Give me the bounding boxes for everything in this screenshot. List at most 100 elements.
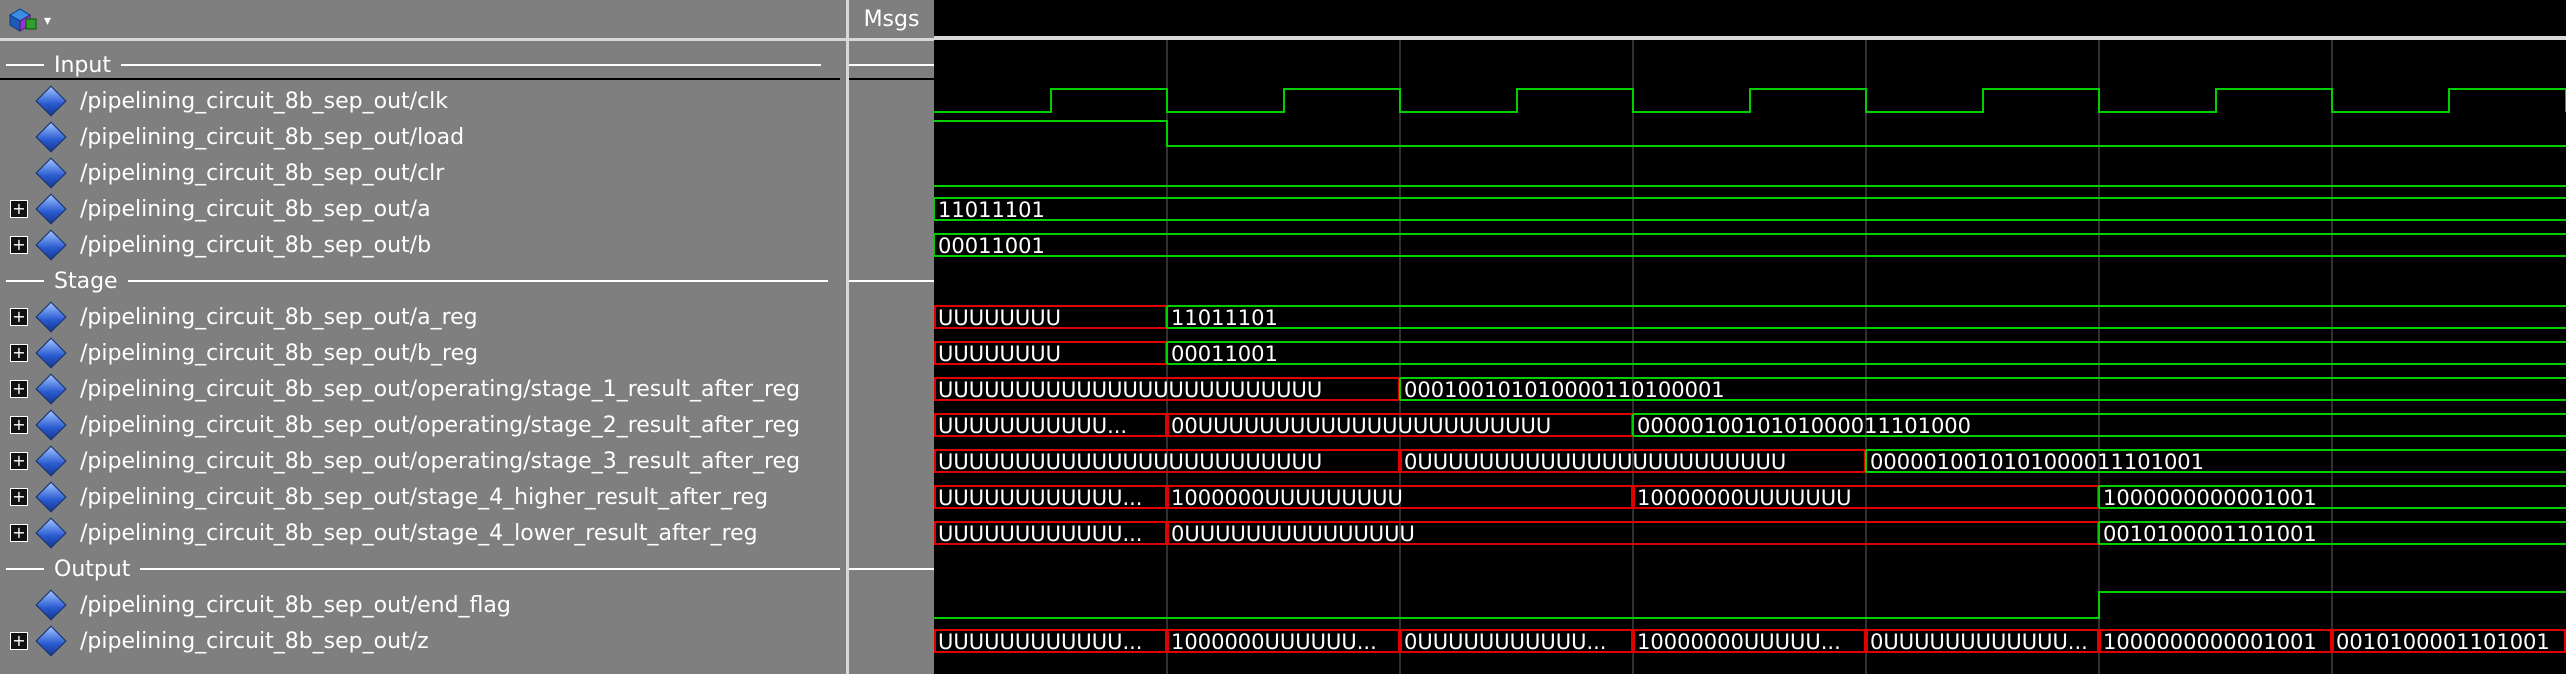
bus-value-label: 10000000UUUUU... xyxy=(1637,630,1841,654)
signal-name: /pipelining_circuit_8b_sep_out/operating… xyxy=(80,412,801,438)
expand-plus-icon[interactable]: + xyxy=(10,632,28,650)
bus-value-label: 0UUUUUUUUUUUUUUUUUUUUUUUU xyxy=(1404,450,1786,474)
signal-name: /pipelining_circuit_8b_sep_out/clk xyxy=(80,88,449,114)
bus-value-label: 0010100001101001 xyxy=(2336,630,2550,654)
group-divider xyxy=(127,280,828,282)
signal-diamond-icon xyxy=(35,517,67,549)
msgs-group-divider xyxy=(849,64,934,66)
wave-objects-icon[interactable] xyxy=(6,5,40,33)
group-divider xyxy=(140,568,841,570)
expand-plus-icon[interactable]: + xyxy=(10,452,28,470)
bus-value-label: 0000010010101000011101001 xyxy=(1870,450,2204,474)
signal-diamond-icon xyxy=(35,409,67,441)
signal-row-a-reg[interactable]: + /pipelining_circuit_8b_sep_out/a_reg xyxy=(0,299,846,335)
bus-value-label: 1000000000001001 xyxy=(2103,630,2317,654)
signal-diamond-icon xyxy=(35,373,67,405)
expand-plus-icon[interactable]: + xyxy=(10,488,28,506)
signal-diamond-icon xyxy=(35,157,67,189)
signal-name: /pipelining_circuit_8b_sep_out/operating… xyxy=(80,448,801,474)
signal-name: /pipelining_circuit_8b_sep_out/load xyxy=(80,124,465,150)
group-output[interactable]: Output xyxy=(0,551,846,587)
bus-value-label: UUUUUUUUUUUU... xyxy=(938,522,1142,546)
group-label: Output xyxy=(54,556,131,582)
bus-value-label: UUUUUUUUUUUUUUUUUUUUUUUUU xyxy=(938,378,1322,402)
expand-plus-icon[interactable]: + xyxy=(10,308,28,326)
cursor-line xyxy=(0,78,840,80)
signal-row-stage4-higher[interactable]: + /pipelining_circuit_8b_sep_out/stage_4… xyxy=(0,479,846,515)
signal-name: /pipelining_circuit_8b_sep_out/end_flag xyxy=(80,592,511,618)
group-stage[interactable]: Stage xyxy=(0,263,846,299)
signal-row-b-reg[interactable]: + /pipelining_circuit_8b_sep_out/b_reg xyxy=(0,335,846,371)
signal-name: /pipelining_circuit_8b_sep_out/b xyxy=(80,232,432,258)
waveform-canvas[interactable]: 11011101 00011001 UUUUUUUU 11011101 UUUUUUUU… xyxy=(934,0,2566,674)
bus-value-label: 0010100001101001 xyxy=(2103,522,2317,546)
bus-value-label: UUUUUUUUUUUU... xyxy=(938,486,1142,510)
bus-value-label: 00011001 xyxy=(1171,342,1278,366)
signal-row-stage1[interactable]: + /pipelining_circuit_8b_sep_out/operati… xyxy=(0,371,846,407)
signal-row-stage4-lower[interactable]: + /pipelining_circuit_8b_sep_out/stage_4… xyxy=(0,515,846,551)
clk-waveform xyxy=(934,88,2566,113)
group-divider xyxy=(6,64,44,66)
signal-row-end-flag[interactable]: /pipelining_circuit_8b_sep_out/end_flag xyxy=(0,587,846,623)
bus-value-label: 0UUUUUUUUUUU... xyxy=(1404,630,1606,654)
signal-diamond-icon xyxy=(35,445,67,477)
waveform-pane[interactable]: 11011101 00011001 UUUUUUUU 11011101 UUUUUUUU… xyxy=(934,0,2566,674)
group-divider xyxy=(6,568,44,570)
signal-name: /pipelining_circuit_8b_sep_out/z xyxy=(80,628,429,654)
bus-value-label: 00011001 xyxy=(938,234,1045,258)
bus-value-label: 00UUUUUUUUUUUUUUUUUUUUUUU xyxy=(1171,414,1551,438)
signal-row-z[interactable]: + /pipelining_circuit_8b_sep_out/z xyxy=(0,623,846,659)
signal-diamond-icon xyxy=(35,121,67,153)
signal-name: /pipelining_circuit_8b_sep_out/a xyxy=(80,196,431,222)
signal-diamond-icon xyxy=(35,337,67,369)
signal-name: /pipelining_circuit_8b_sep_out/clr xyxy=(80,160,445,186)
signal-row-a[interactable]: + /pipelining_circuit_8b_sep_out/a xyxy=(0,191,846,227)
bus-value-label: 1000000000001001 xyxy=(2103,486,2317,510)
expand-plus-icon[interactable]: + xyxy=(10,524,28,542)
bus-value-label: UUUUUUUUUUUUUUUUUUUUUUUUU xyxy=(938,450,1322,474)
bus-value-label: 0UUUUUUUUUUUU... xyxy=(1870,630,2088,654)
bus-value-label: UUUUUUUU xyxy=(938,306,1061,330)
bus-value-label: 11011101 xyxy=(1171,306,1278,330)
bus-value-label: 10000000UUUUUUU xyxy=(1637,486,1851,510)
end-flag-waveform xyxy=(934,591,2566,619)
msgs-column-header: Msgs xyxy=(863,6,920,32)
signal-diamond-icon xyxy=(35,589,67,621)
cursor-line xyxy=(849,78,934,80)
signal-name: /pipelining_circuit_8b_sep_out/operating… xyxy=(80,376,801,402)
expand-plus-icon[interactable]: + xyxy=(10,200,28,218)
signal-diamond-icon xyxy=(35,481,67,513)
signal-name: /pipelining_circuit_8b_sep_out/a_reg xyxy=(80,304,478,330)
signal-name-pane: ▾ Msgs Input /pipelining_circuit_8b_sep_… xyxy=(0,0,934,674)
signal-diamond-icon xyxy=(35,301,67,333)
bus-value-label: UUUUUUUU xyxy=(938,342,1061,366)
bus-value-label: 1000000UUUUUUUUU xyxy=(1171,486,1403,510)
chevron-down-icon[interactable]: ▾ xyxy=(44,13,51,29)
bus-value-label: 11011101 xyxy=(938,198,1045,222)
signal-name: /pipelining_circuit_8b_sep_out/stage_4_l… xyxy=(80,520,758,546)
column-separator[interactable] xyxy=(846,0,849,674)
bus-value-label: 0UUUUUUUUUUUUUUU xyxy=(1171,522,1415,546)
bus-value-label: UUUUUUUUUUU... xyxy=(938,414,1127,438)
group-divider xyxy=(6,280,44,282)
bus-value-label: 000100101010000110100001 xyxy=(1404,378,1725,402)
signal-diamond-icon xyxy=(35,85,67,117)
expand-plus-icon[interactable]: + xyxy=(10,344,28,362)
bus-value-label: UUUUUUUUUUUU... xyxy=(938,630,1142,654)
signal-name: /pipelining_circuit_8b_sep_out/b_reg xyxy=(80,340,479,366)
signal-row-stage3[interactable]: + /pipelining_circuit_8b_sep_out/operati… xyxy=(0,443,846,479)
expand-plus-icon[interactable]: + xyxy=(10,236,28,254)
group-label: Input xyxy=(54,52,111,78)
expand-plus-icon[interactable]: + xyxy=(10,416,28,434)
expand-plus-icon[interactable]: + xyxy=(10,380,28,398)
group-divider xyxy=(120,64,821,66)
msgs-group-divider xyxy=(849,568,934,570)
signal-diamond-icon xyxy=(35,193,67,225)
signal-row-clk[interactable]: /pipelining_circuit_8b_sep_out/clk xyxy=(0,83,846,119)
signal-row-stage2[interactable]: + /pipelining_circuit_8b_sep_out/operati… xyxy=(0,407,846,443)
load-waveform xyxy=(934,120,2566,147)
signal-row-clr[interactable]: /pipelining_circuit_8b_sep_out/clr xyxy=(0,155,846,191)
signal-row-b[interactable]: + /pipelining_circuit_8b_sep_out/b xyxy=(0,227,846,263)
bus-value-label: 0000010010101000011101000 xyxy=(1637,414,1971,438)
signal-row-load[interactable]: /pipelining_circuit_8b_sep_out/load xyxy=(0,119,846,155)
